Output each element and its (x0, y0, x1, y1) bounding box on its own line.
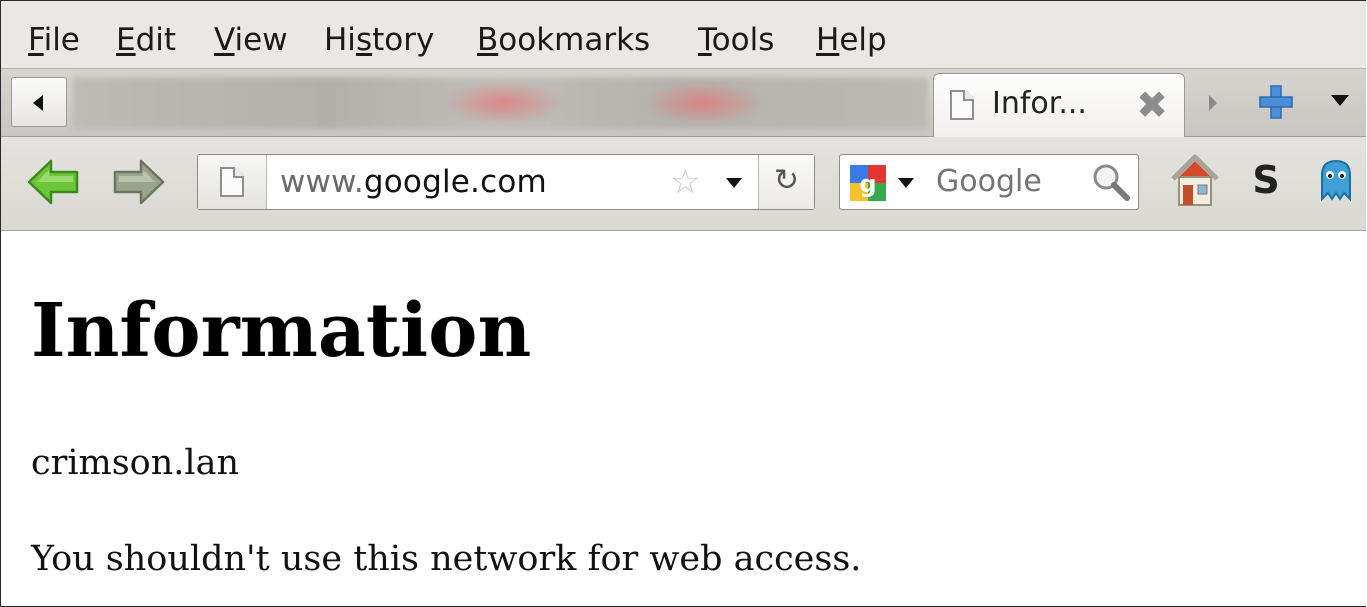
tab-scroll-left-button[interactable] (11, 77, 67, 127)
reload-button[interactable]: ↻ (758, 155, 814, 209)
search-icon[interactable] (1090, 161, 1132, 203)
url-bar[interactable]: www.google.com ☆ ↻ (197, 154, 815, 210)
page-icon (220, 167, 244, 197)
menu-view[interactable]: View (214, 21, 288, 59)
home-icon[interactable] (1169, 151, 1221, 209)
browser-window: File Edit View History Bookmarks Tools H… (0, 0, 1366, 607)
s-extension-button[interactable]: S (1246, 157, 1286, 203)
ghost-extension-icon[interactable] (1316, 157, 1356, 203)
google-engine-icon[interactable]: g (848, 163, 888, 203)
menu-bookmarks[interactable]: Bookmarks (477, 21, 650, 59)
menubar: File Edit View History Bookmarks Tools H… (1, 1, 1366, 69)
forward-arrow-icon[interactable] (111, 157, 167, 207)
search-bar[interactable]: g (839, 154, 1139, 210)
page-content: Information crimson.lan You shouldn't us… (1, 231, 1366, 606)
close-icon[interactable]: ✖ (1134, 86, 1170, 124)
list-all-tabs-icon[interactable] (1331, 95, 1349, 106)
warning-message: You shouldn't use this network for web a… (31, 539, 862, 579)
page-icon (950, 90, 974, 120)
tab-strip: Infor... ✖ (1, 69, 1366, 137)
tab-active[interactable]: Infor... ✖ (933, 73, 1185, 137)
bookmark-star-icon[interactable]: ☆ (670, 165, 700, 199)
host-name: crimson.lan (31, 443, 240, 483)
url-text[interactable]: www.google.com (280, 164, 547, 200)
navigation-toolbar: www.google.com ☆ ↻ g Google S (1, 137, 1366, 231)
page-heading: Information (31, 288, 532, 374)
new-tab-plus-icon[interactable] (1257, 83, 1295, 121)
menu-help[interactable]: Help (816, 21, 887, 59)
menu-tools[interactable]: Tools (698, 21, 774, 59)
menu-history[interactable]: History (324, 21, 434, 59)
tab-title: Infor... (992, 86, 1087, 121)
background-tabs[interactable] (73, 77, 928, 129)
menu-edit[interactable]: Edit (116, 21, 176, 59)
svg-text:g: g (859, 170, 876, 198)
engine-dropdown-icon[interactable] (898, 178, 914, 188)
menu-file[interactable]: File (28, 21, 80, 59)
search-input[interactable] (936, 164, 1086, 199)
url-history-dropdown-icon[interactable] (726, 178, 742, 188)
tab-scroll-right-icon[interactable] (1209, 95, 1217, 111)
site-identity-button[interactable] (198, 155, 267, 209)
back-arrow-icon[interactable] (25, 157, 81, 207)
